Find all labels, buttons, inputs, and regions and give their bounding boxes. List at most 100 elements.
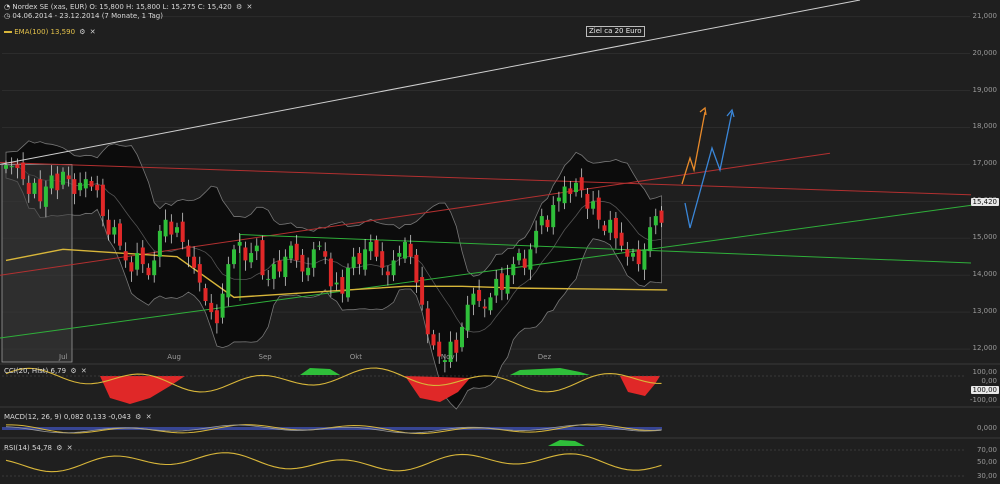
candle-body-2 — [15, 164, 20, 169]
candle-body-104 — [596, 197, 601, 220]
candle-body-93 — [534, 230, 539, 248]
settings-icon[interactable]: ⚙ — [236, 3, 242, 12]
candle-body-30 — [175, 227, 179, 233]
time-tick-label: Okt — [349, 353, 362, 361]
candle-body-97 — [556, 197, 561, 202]
candle-body-83 — [477, 289, 482, 302]
candle-body-34 — [197, 264, 202, 283]
close-icon[interactable]: ✕ — [81, 367, 87, 376]
macd-tick-zero: 0,000 — [976, 424, 997, 432]
candle-body-69 — [397, 253, 402, 257]
candle-body-5 — [32, 182, 37, 194]
candle-body-75 — [431, 334, 436, 346]
candle-body-53 — [306, 267, 311, 276]
candle-body-40 — [232, 249, 236, 265]
candle-body-84 — [482, 306, 487, 309]
candle-body-94 — [539, 216, 544, 226]
candle-body-85 — [488, 297, 493, 311]
candle-body-56 — [323, 251, 328, 257]
candle-body-21 — [123, 251, 128, 261]
candle-body-89 — [511, 264, 516, 276]
candle-body-101 — [579, 177, 584, 191]
candle-body-6 — [38, 179, 43, 202]
time-tick-label: Aug — [167, 353, 181, 361]
candle-body-71 — [408, 243, 413, 257]
clock-icon: ◷ — [4, 12, 11, 20]
price-tick-label: 19,000 — [972, 85, 998, 94]
close-icon[interactable]: ✕ — [247, 3, 253, 12]
candle-body-41 — [237, 241, 242, 246]
candle-body-23 — [135, 253, 140, 270]
candle-body-64 — [368, 241, 373, 252]
candle-body-98 — [562, 186, 567, 204]
settings-icon[interactable]: ⚙ — [56, 444, 62, 453]
candle-body-115 — [659, 210, 664, 223]
candle-body-14 — [83, 179, 88, 189]
candle-body-7 — [43, 186, 48, 207]
rsi-tick-70: 70,00 — [976, 446, 997, 454]
candle-body-81 — [465, 304, 470, 331]
candle-body-100 — [574, 182, 578, 193]
price-tick-label: 12,000 — [972, 344, 998, 353]
candle-body-74 — [425, 308, 430, 335]
time-tick-label: Nov — [440, 353, 455, 361]
candle-body-31 — [180, 221, 185, 242]
candle-body-44 — [254, 245, 259, 252]
candle-body-111 — [636, 249, 641, 265]
candle-body-13 — [78, 182, 83, 191]
range-selection-box — [1, 163, 73, 363]
candle-body-22 — [129, 262, 134, 272]
candle-body-3 — [21, 162, 26, 180]
candle-body-67 — [385, 271, 390, 276]
candle-body-92 — [528, 249, 533, 270]
settings-icon[interactable]: ⚙ — [79, 28, 85, 37]
candle-body-91 — [522, 258, 527, 268]
candle-body-59 — [340, 277, 345, 294]
candle-body-57 — [328, 258, 333, 287]
price-chart[interactable] — [0, 0, 1000, 484]
cci-tick-top: 100,00 — [972, 368, 998, 376]
candle-body-32 — [186, 245, 191, 257]
instrument-title: Nordex SE (xas, EUR) O: 15,800 H: 15,800… — [12, 3, 232, 11]
candle-body-58 — [334, 282, 339, 285]
candle-body-50 — [289, 245, 293, 259]
candle-body-1 — [9, 166, 14, 168]
cci-current-tag: 100,00 — [970, 386, 999, 394]
candle-body-54 — [311, 249, 316, 268]
candle-body-80 — [460, 326, 464, 348]
close-icon[interactable]: ✕ — [67, 444, 73, 453]
cci-current: 100,00 — [972, 386, 998, 394]
candle-body-60 — [346, 267, 350, 298]
close-icon[interactable]: ✕ — [90, 28, 96, 37]
candle-body-110 — [631, 253, 635, 257]
cci-legend: CCI(20, Hist) 6,79 ⚙ ✕ — [4, 367, 87, 376]
settings-icon[interactable]: ⚙ — [135, 413, 141, 422]
cci-tick-bottom: -100,00 — [969, 396, 997, 404]
candle-body-17 — [100, 184, 105, 217]
instrument-header: ◔ Nordex SE (xas, EUR) O: 15,800 H: 15,8… — [4, 3, 252, 12]
candle-body-10 — [61, 171, 65, 185]
candle-body-87 — [499, 273, 504, 290]
candle-body-114 — [653, 216, 658, 226]
candle-body-68 — [391, 260, 396, 276]
candle-body-49 — [283, 256, 288, 278]
target-annotation[interactable]: Ziel ca 20 Euro — [586, 26, 645, 37]
candle-body-8 — [49, 175, 54, 189]
candle-body-112 — [642, 249, 647, 270]
settings-icon[interactable]: ⚙ — [70, 367, 76, 376]
candle-body-0 — [4, 165, 8, 169]
cci-label: CCI(20, Hist) 6,79 — [4, 367, 67, 375]
price-tick-label: 21,000 — [972, 11, 998, 20]
rsi-tick-30: 30,00 — [976, 472, 997, 480]
price-tick-label: 15,000 — [972, 233, 998, 242]
candle-body-35 — [203, 288, 208, 302]
candle-body-9 — [55, 173, 60, 191]
rsi-legend: RSI(14) 54,78 ⚙ ✕ — [4, 444, 73, 453]
candle-body-16 — [95, 184, 100, 191]
cci-tick-zero: 0,00 — [981, 377, 997, 385]
candle-body-11 — [66, 175, 71, 180]
close-icon[interactable]: ✕ — [146, 413, 152, 422]
time-tick-label: Sep — [258, 353, 272, 361]
candle-body-61 — [351, 256, 356, 268]
candle-body-12 — [72, 179, 77, 194]
